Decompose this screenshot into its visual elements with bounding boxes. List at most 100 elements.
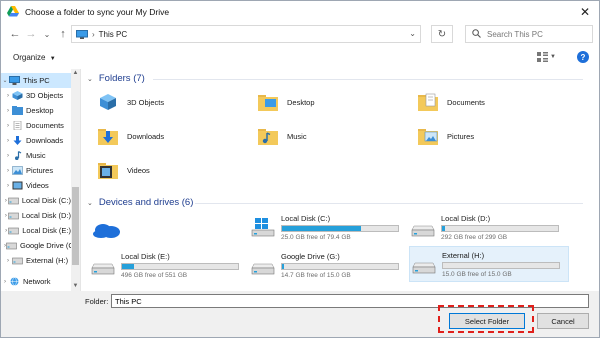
- pictures-folder-icon: [417, 125, 439, 147]
- drive-name: External (H:): [442, 250, 485, 260]
- search-placeholder: Search This PC: [487, 29, 543, 39]
- breadcrumb-this-pc[interactable]: This PC: [99, 30, 127, 39]
- collapse-group-icon[interactable]: ⌄: [87, 199, 93, 207]
- drive-usage-fill: [122, 263, 134, 269]
- scroll-up-arrow-icon[interactable]: ▲: [71, 69, 80, 78]
- sidebar-item-label: This PC: [23, 76, 50, 85]
- search-input[interactable]: Search This PC: [465, 25, 593, 43]
- collapsed-arrow-icon[interactable]: ›: [4, 108, 12, 114]
- scrollbar-thumb[interactable]: [72, 187, 79, 265]
- sidebar-item-desktop[interactable]: › Desktop: [1, 103, 71, 118]
- sidebar-item-google-drive[interactable]: › Google Drive (G:): [1, 238, 71, 253]
- sidebar-item-this-pc[interactable]: ⌄ This PC: [1, 73, 71, 88]
- sidebar-item-downloads[interactable]: › Downloads: [1, 133, 71, 148]
- drive-item-local-disk-e[interactable]: Local Disk (E:) 496 GB free of 551 GB: [91, 247, 251, 283]
- drive-info: Local Disk (D:) 292 GB free of 299 GB: [441, 214, 559, 241]
- collapse-group-icon[interactable]: ⌄: [87, 75, 93, 83]
- drive-icon: [6, 242, 17, 250]
- drive-info: Local Disk (C:) 25.0 GB free of 79.4 GB: [281, 214, 399, 241]
- sidebar-item-label: Downloads: [26, 136, 64, 145]
- windows-drive-icon: [251, 217, 275, 237]
- address-bar[interactable]: › This PC ⌄: [71, 25, 421, 43]
- folder-downloads[interactable]: Downloads: [97, 121, 164, 151]
- sidebar-scrollbar[interactable]: ▲ ▼: [71, 69, 80, 291]
- sidebar-item-label: Local Disk (C:): [21, 196, 71, 205]
- drive-free-space: 25.0 GB free of 79.4 GB: [281, 233, 351, 241]
- help-button[interactable]: ?: [577, 51, 589, 63]
- close-button[interactable]: ✕: [577, 4, 593, 20]
- folder-label: Documents: [447, 97, 485, 107]
- drive-icon: [91, 255, 115, 275]
- sidebar-item-external[interactable]: › External (H:): [1, 253, 71, 268]
- collapsed-arrow-icon[interactable]: ›: [1, 279, 9, 285]
- collapsed-arrow-icon[interactable]: ›: [4, 123, 12, 129]
- view-options-button[interactable]: ▼: [537, 51, 559, 63]
- sidebar-item-network[interactable]: › Network: [1, 274, 71, 289]
- collapsed-arrow-icon[interactable]: ›: [4, 153, 12, 159]
- folder-desktop[interactable]: Desktop: [257, 87, 315, 117]
- documents-folder-icon: [417, 91, 439, 113]
- desktop-folder-icon: [257, 91, 279, 113]
- collapsed-arrow-icon[interactable]: ›: [4, 183, 12, 189]
- sidebar-item-3d-objects[interactable]: › 3D Objects: [1, 88, 71, 103]
- videos-icon: [12, 181, 23, 190]
- recent-locations-button[interactable]: ⌄: [39, 26, 55, 42]
- refresh-button[interactable]: ↻: [431, 25, 453, 43]
- google-drive-icon: [7, 6, 19, 18]
- drive-usage-fill: [442, 225, 445, 231]
- organize-label: Organize: [13, 52, 46, 62]
- sidebar-item-music[interactable]: › Music: [1, 148, 71, 163]
- devices-group-title: Devices and drives (6): [98, 197, 194, 208]
- collapsed-arrow-icon[interactable]: ›: [4, 93, 12, 99]
- folders-group-header[interactable]: ⌄ Folders (7): [87, 73, 145, 84]
- group-divider: [153, 79, 583, 80]
- sidebar-item-local-disk-c[interactable]: › Local Disk (C:): [1, 193, 71, 208]
- drive-info: Google Drive (G:) 14.7 GB free of 15.0 G…: [281, 252, 399, 279]
- chevron-right-icon: ›: [92, 29, 95, 39]
- drive-name: Local Disk (C:): [281, 213, 331, 223]
- drive-item-google-drive[interactable]: Google Drive (G:) 14.7 GB free of 15.0 G…: [251, 247, 407, 283]
- drive-item-external[interactable]: External (H:) 15.0 GB free of 15.0 GB: [409, 246, 569, 282]
- drive-usage-fill: [282, 263, 285, 269]
- drive-free-space: 14.7 GB free of 15.0 GB: [281, 271, 351, 279]
- sidebar-item-local-disk-e[interactable]: › Local Disk (E:): [1, 223, 71, 238]
- devices-group-header[interactable]: ⌄ Devices and drives (6): [87, 197, 193, 208]
- window-title: Choose a folder to sync your My Drive: [25, 7, 170, 17]
- folder-3d-objects[interactable]: 3D Objects: [97, 87, 164, 117]
- expanded-arrow-icon[interactable]: ⌄: [1, 77, 9, 84]
- navigation-pane: ⌄ This PC › 3D Objects › Desktop › Docum…: [1, 69, 81, 291]
- highlight-annotation: [438, 305, 534, 333]
- folder-music[interactable]: Music: [257, 121, 307, 151]
- sidebar-item-pictures[interactable]: › Pictures: [1, 163, 71, 178]
- up-button[interactable]: ↑: [55, 26, 71, 42]
- sidebar-item-label: Desktop: [26, 106, 54, 115]
- organize-button[interactable]: Organize ▼: [13, 53, 56, 62]
- scroll-down-arrow-icon[interactable]: ▼: [71, 282, 80, 291]
- videos-folder-icon: [97, 159, 119, 181]
- folder-documents[interactable]: Documents: [417, 87, 485, 117]
- collapsed-arrow-icon[interactable]: ›: [4, 258, 12, 264]
- collapsed-arrow-icon[interactable]: ›: [4, 168, 12, 174]
- chevron-down-icon[interactable]: ⌄: [409, 29, 416, 38]
- drive-item-local-disk-c[interactable]: Local Disk (C:) 25.0 GB free of 79.4 GB: [251, 209, 407, 245]
- group-divider: [195, 203, 583, 204]
- drive-name: Google Drive (G:): [281, 251, 340, 261]
- drive-item-local-disk-d[interactable]: Local Disk (D:) 292 GB free of 299 GB: [411, 209, 567, 245]
- collapsed-arrow-icon[interactable]: ›: [4, 138, 12, 144]
- folder-videos[interactable]: Videos: [97, 155, 150, 185]
- music-folder-icon: [257, 125, 279, 147]
- forward-button[interactable]: →: [23, 26, 39, 42]
- folder-pictures[interactable]: Pictures: [417, 121, 474, 151]
- back-button[interactable]: ←: [7, 26, 23, 42]
- sidebar-item-documents[interactable]: › Documents: [1, 118, 71, 133]
- 3d-objects-icon: [12, 91, 23, 100]
- sidebar-item-local-disk-d[interactable]: › Local Disk (D:): [1, 208, 71, 223]
- onedrive-item[interactable]: [91, 211, 131, 247]
- documents-icon: [13, 121, 22, 130]
- sidebar-item-videos[interactable]: › Videos: [1, 178, 71, 193]
- dropdown-arrow-icon: ▼: [49, 55, 56, 62]
- drive-free-space: 15.0 GB free of 15.0 GB: [442, 270, 512, 278]
- drive-info: Local Disk (E:) 496 GB free of 551 GB: [121, 252, 239, 279]
- folder-label: Videos: [127, 165, 150, 175]
- cancel-button[interactable]: Cancel: [537, 313, 589, 329]
